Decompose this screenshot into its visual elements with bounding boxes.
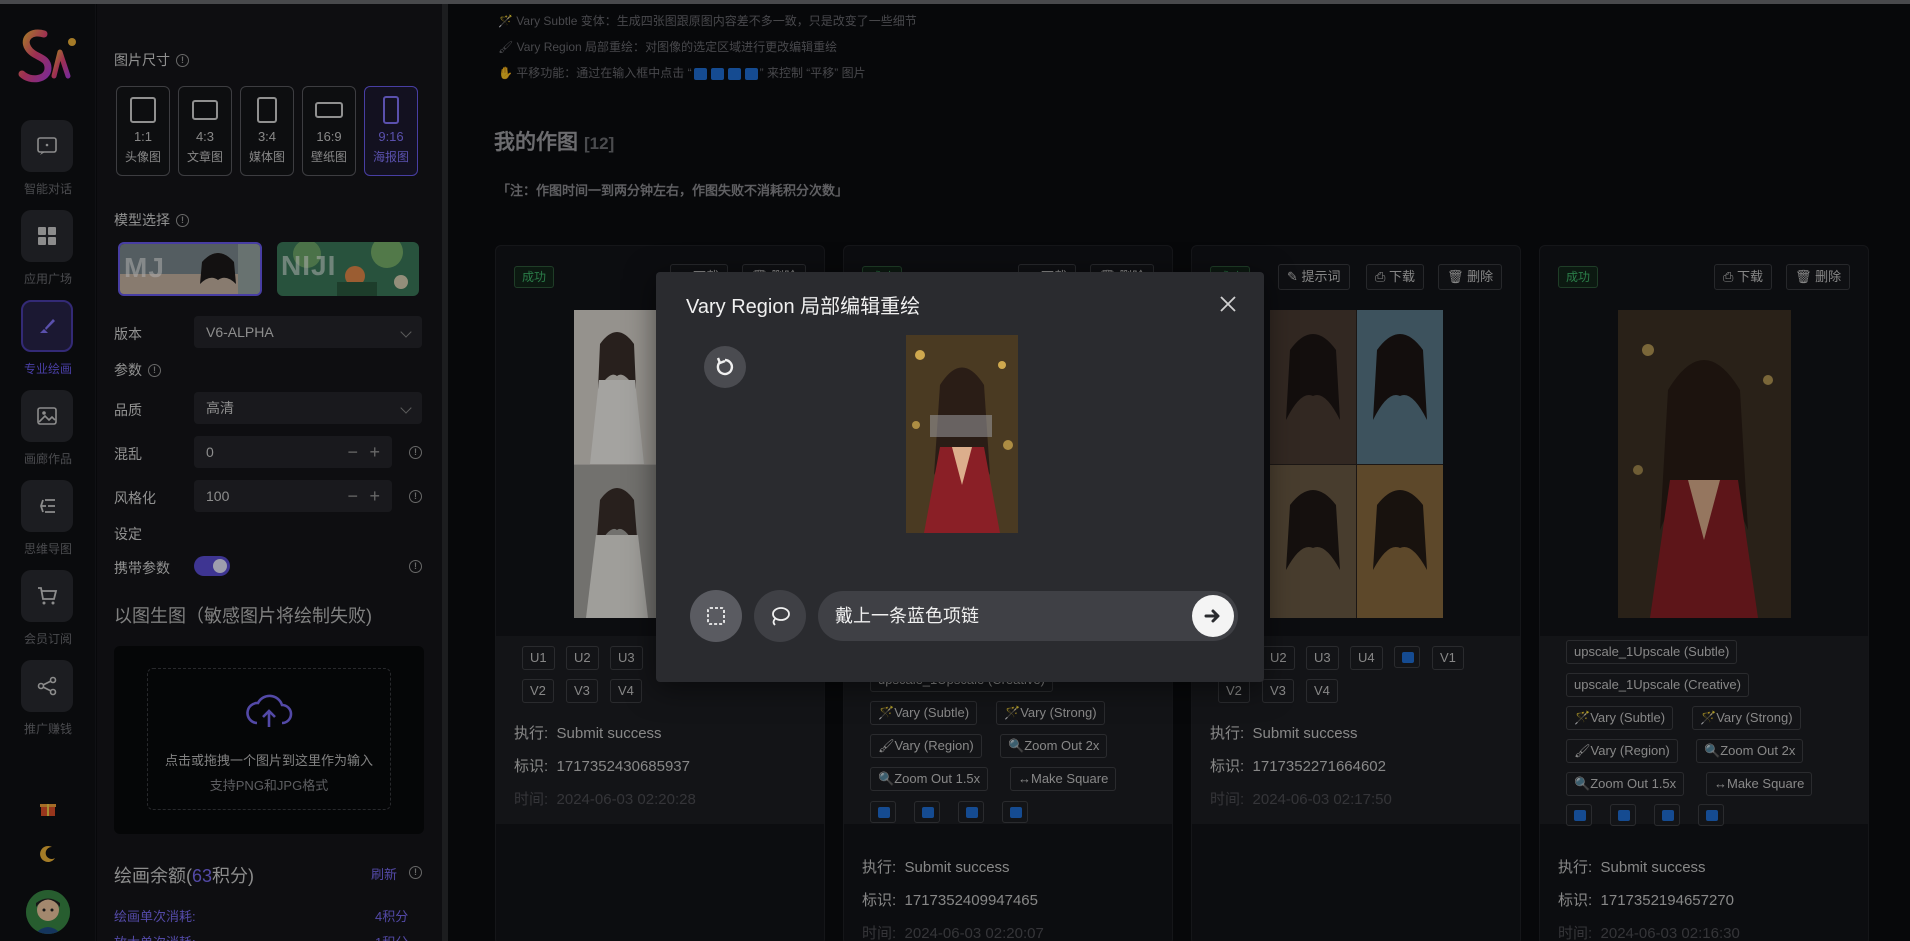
rect-select-button[interactable]	[690, 590, 742, 642]
app-root: 智能对话 应用广场 专业绘画 画廊作品 思维导图 会员订阅 推广赚钱 图片尺寸 …	[0, 0, 1910, 941]
lasso-select-button[interactable]	[754, 590, 806, 642]
submit-button[interactable]	[1192, 595, 1234, 637]
lasso-icon	[772, 607, 790, 626]
arrow-right-icon	[1204, 609, 1220, 623]
undo-icon	[716, 357, 734, 376]
source-image-canvas[interactable]	[906, 335, 1018, 533]
vary-region-modal: Vary Region 局部编辑重绘 戴上一条蓝色项链	[656, 272, 1264, 682]
close-icon[interactable]	[1218, 294, 1238, 314]
reset-button[interactable]	[704, 346, 746, 388]
modal-title: Vary Region 局部编辑重绘	[686, 296, 921, 318]
prompt-input[interactable]: 戴上一条蓝色项链	[818, 591, 1238, 641]
prompt-value: 戴上一条蓝色项链	[835, 606, 979, 626]
rect-select-icon	[707, 607, 725, 625]
